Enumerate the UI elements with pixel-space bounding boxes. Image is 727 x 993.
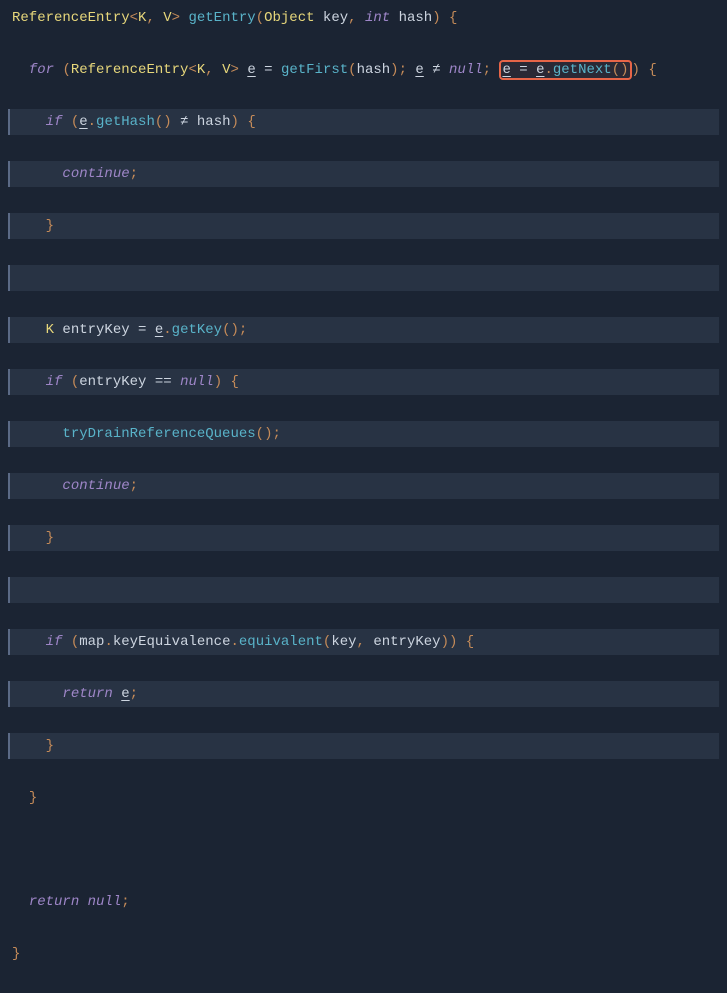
type-name: ReferenceEntry	[12, 10, 130, 26]
code-line: if (map.keyEquivalence.equivalent(key, e…	[8, 629, 719, 655]
code-line	[8, 265, 719, 291]
method-name: getEntry	[188, 10, 255, 26]
code-line: for (ReferenceEntry<K, V> e = getFirst(h…	[8, 57, 719, 83]
code-line: }	[8, 785, 719, 811]
code-line: K entryKey = e.getKey();	[8, 317, 719, 343]
keyword-for: for	[29, 62, 54, 78]
code-block: ReferenceEntry<K, V> getEntry(Object key…	[8, 5, 719, 993]
code-line: if (e.getHash() ≠ hash) {	[8, 109, 719, 135]
code-line: if (entryKey == null) {	[8, 369, 719, 395]
code-line: }	[8, 525, 719, 551]
code-line: }	[8, 941, 719, 967]
code-line	[8, 577, 719, 603]
code-line	[8, 837, 719, 863]
code-line: continue;	[8, 161, 719, 187]
code-line: return e;	[8, 681, 719, 707]
code-line: }	[8, 213, 719, 239]
code-line: tryDrainReferenceQueues();	[8, 421, 719, 447]
highlighted-expression: e = e.getNext()	[499, 60, 631, 80]
code-line: continue;	[8, 473, 719, 499]
code-line: ReferenceEntry<K, V> getEntry(Object key…	[8, 5, 719, 31]
code-line: return null;	[8, 889, 719, 915]
code-line: }	[8, 733, 719, 759]
